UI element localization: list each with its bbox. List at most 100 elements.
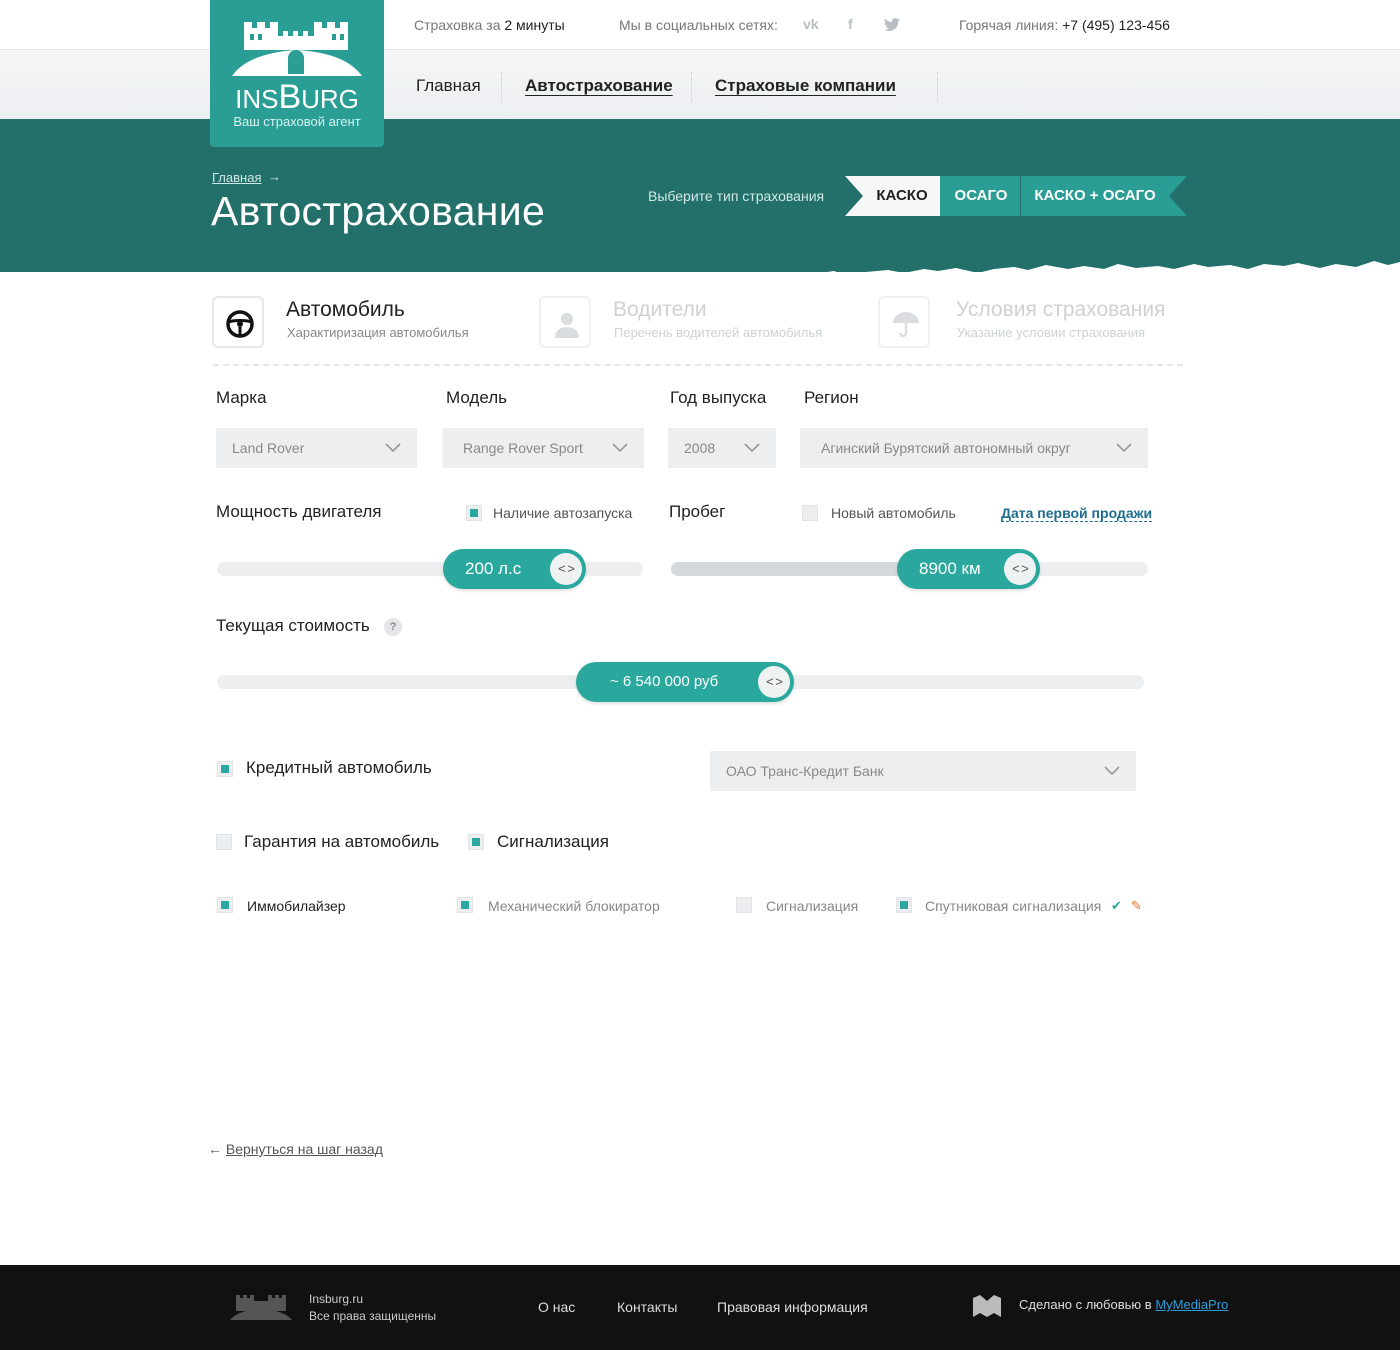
year-label: Год выпуска — [670, 388, 767, 407]
breadcrumb-arrow-icon: → — [268, 169, 281, 184]
insurance-time: 2 минуты — [504, 17, 565, 33]
drag-arrows-icon: < > — [1004, 553, 1036, 585]
insurance-prefix: Страховка за — [414, 17, 501, 33]
immobilizer-checkbox[interactable] — [217, 897, 233, 913]
model-value: Range Rover Sport — [463, 440, 583, 456]
year-value: 2008 — [684, 440, 716, 456]
nav-separator — [501, 72, 502, 102]
footer: Insburg.ru Все права защищенны О нас Кон… — [0, 1265, 1400, 1350]
nav-item-companies[interactable]: Страховые компании — [715, 76, 896, 96]
vk-icon[interactable]: vk — [803, 16, 819, 32]
new-car-checkbox[interactable] — [802, 505, 818, 521]
alarm-label: Сигнализация — [497, 832, 609, 851]
logo-name: INSBURG — [210, 78, 384, 117]
credit-label: Кредитный автомобиль — [246, 758, 432, 777]
logo-tagline: Ваш страховой агент — [233, 114, 361, 129]
steps-divider — [213, 364, 1183, 366]
mileage-slider-handle[interactable]: 8900 км < > — [897, 549, 1040, 589]
logo-name-big: B — [278, 78, 302, 116]
year-select[interactable]: 2008 — [668, 428, 776, 468]
logo[interactable]: INSBURG Ваш страховой агент — [210, 0, 384, 147]
alarm-checkbox[interactable] — [468, 834, 484, 850]
hotline-phone[interactable]: +7 (495) 123-456 — [1062, 17, 1170, 33]
mileage-slider-fill — [671, 562, 911, 576]
studio-link[interactable]: MyMediaPro — [1155, 1297, 1228, 1312]
pencil-icon[interactable]: ✎ — [1131, 898, 1142, 914]
credit-checkbox[interactable] — [217, 761, 233, 777]
step-car[interactable] — [212, 296, 264, 348]
footer-link-legal[interactable]: Правовая информация — [717, 1299, 868, 1315]
guarantee-checkbox[interactable] — [216, 834, 232, 850]
drag-arrows-icon: < > — [550, 553, 582, 585]
nav-item-home[interactable]: Главная — [416, 76, 481, 96]
castle-icon — [232, 22, 362, 76]
region-select[interactable]: Агинский Бурятский автономный округ — [800, 428, 1148, 468]
footer-link-about[interactable]: О нас — [538, 1299, 575, 1315]
tab-osago[interactable]: ОСАГО — [940, 176, 1022, 216]
step-conditions[interactable] — [878, 296, 930, 348]
help-icon[interactable]: ? — [384, 618, 402, 636]
logo-name-post: URG — [301, 84, 359, 114]
facebook-icon[interactable]: f — [848, 16, 853, 32]
device-alarm-checkbox[interactable] — [736, 897, 752, 913]
brand-value: Land Rover — [232, 440, 305, 456]
torn-edge — [0, 252, 1400, 272]
bank-value: ОАО Транс-Кредит Банк — [726, 763, 884, 779]
power-label: Мощность двигателя — [216, 502, 382, 521]
hotline: Горячая линия: +7 (495) 123-456 — [959, 17, 1170, 33]
mileage-value: 8900 км — [919, 559, 981, 578]
mechanical-lock-checkbox[interactable] — [457, 897, 473, 913]
brand-select[interactable]: Land Rover — [216, 428, 417, 468]
breadcrumb[interactable]: Главная — [212, 170, 261, 185]
footer-rights: Все права защищенны — [309, 1309, 437, 1323]
first-sale-date-link[interactable]: Дата первой продажи — [1001, 505, 1153, 522]
step-conditions-title: Условия страхования — [956, 298, 1166, 321]
region-value: Агинский Бурятский автономный округ — [821, 440, 1071, 456]
back-link-label: Вернуться на шаг назад — [225, 1141, 383, 1157]
step-drivers[interactable] — [539, 296, 591, 348]
umbrella-icon — [893, 312, 919, 338]
model-select[interactable]: Range Rover Sport — [443, 428, 644, 468]
autostart-checkbox[interactable] — [466, 505, 482, 521]
driver-icon — [555, 313, 579, 338]
power-slider-handle[interactable]: 200 л.с < > — [443, 549, 586, 589]
bank-select[interactable]: ОАО Транс-Кредит Банк — [710, 751, 1136, 791]
new-car-label: Новый автомобиль — [831, 505, 956, 521]
satellite-alarm-checkbox[interactable] — [896, 897, 912, 913]
cost-slider-handle[interactable]: ~ 6 540 000 руб < > — [576, 662, 794, 702]
cost-value: ~ 6 540 000 руб — [610, 673, 719, 690]
satellite-alarm-label: Спутниковая сигнализация — [925, 898, 1102, 914]
castle-icon — [230, 1295, 292, 1320]
chevron-down-icon — [744, 443, 760, 453]
check-icon[interactable]: ✔ — [1111, 898, 1122, 914]
insurance-time-text: Страховка за 2 минуты — [414, 17, 565, 33]
mechanical-lock-label: Механический блокиратор — [488, 898, 660, 914]
tab-kasko-osago[interactable]: КАСКО + ОСАГО — [1020, 176, 1187, 216]
arrow-left-icon: ← — [208, 1141, 222, 1157]
steering-wheel-icon — [226, 310, 254, 338]
chevron-down-icon — [612, 443, 628, 453]
region-label: Регион — [804, 388, 859, 407]
model-label: Модель — [446, 388, 508, 407]
autostart-label: Наличие автозапуска — [493, 505, 633, 521]
twitter-icon[interactable] — [884, 18, 900, 35]
step-car-title: Автомобиль — [286, 298, 405, 321]
step-drivers-title: Водители — [613, 298, 707, 321]
social-label: Мы в социальных сетях: — [619, 17, 778, 33]
back-link[interactable]: ← Вернуться на шаг назад — [208, 1141, 383, 1157]
device-alarm-label: Сигнализация — [766, 898, 859, 914]
brand-label: Марка — [216, 388, 267, 407]
nav-separator — [937, 72, 938, 102]
hotline-label: Горячая линия: — [959, 17, 1059, 33]
footer-link-contacts[interactable]: Контакты — [617, 1299, 677, 1315]
step-car-subtitle: Характиризация автомобилья — [287, 325, 469, 340]
footer-site[interactable]: Insburg.ru — [309, 1292, 363, 1306]
logo-name-pre: INS — [235, 84, 279, 114]
mileage-label: Пробег — [669, 502, 726, 521]
mymediapro-logo-icon — [973, 1295, 1001, 1317]
chevron-down-icon — [1116, 443, 1132, 453]
step-drivers-subtitle: Перечень водителей автомобилья — [614, 325, 823, 340]
nav-item-auto[interactable]: Автострахование — [525, 76, 673, 96]
immobilizer-label: Иммобилайзер — [247, 898, 346, 914]
chevron-down-icon — [385, 443, 401, 453]
